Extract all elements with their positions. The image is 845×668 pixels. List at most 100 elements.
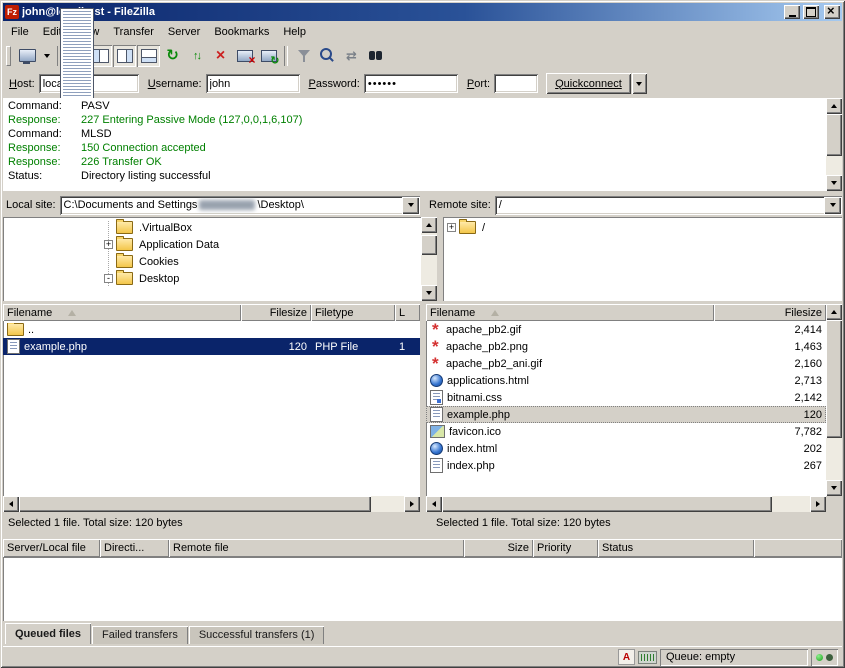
- collapse-icon[interactable]: -: [104, 274, 113, 283]
- column-header-filesize[interactable]: Filesize: [241, 304, 311, 321]
- username-input[interactable]: [206, 74, 300, 93]
- toggle-message-log-button[interactable]: [65, 45, 88, 67]
- scrollbar-thumb[interactable]: [826, 114, 842, 156]
- folder-icon: [116, 238, 133, 251]
- scrollbar-thumb[interactable]: [421, 235, 437, 255]
- quickconnect-button[interactable]: Quickconnect: [546, 73, 631, 94]
- toggle-queue-button[interactable]: [137, 45, 160, 67]
- expand-icon[interactable]: +: [104, 240, 113, 249]
- queue-column-direction[interactable]: Directi...: [100, 539, 169, 557]
- scroll-down-button[interactable]: [826, 480, 842, 496]
- file-row[interactable]: favicon.ico 7,782: [426, 423, 826, 440]
- file-row[interactable]: apache_pb2_ani.gif 2,160: [426, 355, 826, 372]
- reconnect-button[interactable]: [257, 45, 280, 67]
- php-file-icon: [7, 339, 20, 354]
- quickconnect-dropdown[interactable]: [632, 73, 647, 94]
- queue-column-size[interactable]: Size: [464, 539, 533, 557]
- remote-site-combo[interactable]: /: [495, 196, 842, 215]
- tab-queued-files[interactable]: Queued files: [5, 623, 91, 644]
- expand-icon[interactable]: +: [447, 223, 456, 232]
- local-site-dropdown[interactable]: [402, 197, 419, 214]
- compare-directories-button[interactable]: [316, 45, 339, 67]
- remote-list-hscrollbar[interactable]: [426, 496, 826, 512]
- queue-column-server-local-file[interactable]: Server/Local file: [3, 539, 100, 557]
- scrollbar-thumb[interactable]: [442, 496, 772, 512]
- tree-item-virtualbox[interactable]: .VirtualBox: [3, 219, 420, 236]
- column-header-filetype[interactable]: Filetype: [311, 304, 395, 321]
- password-input[interactable]: [364, 74, 458, 93]
- tree-item-desktop[interactable]: - Desktop: [3, 270, 420, 287]
- file-row[interactable]: example.php 120 PHP File 1: [3, 338, 420, 355]
- column-header-filename[interactable]: Filename: [426, 304, 714, 321]
- activity-led-on: [816, 654, 823, 661]
- local-list-hscrollbar[interactable]: [3, 496, 420, 512]
- file-row[interactable]: index.html 202: [426, 440, 826, 457]
- disconnect-button[interactable]: [233, 45, 256, 67]
- close-icon: [828, 8, 836, 16]
- local-site-combo[interactable]: C:\Documents and Settings\Desktop\: [60, 196, 420, 215]
- remote-site-dropdown[interactable]: [824, 197, 841, 214]
- sync-browsing-button[interactable]: [340, 45, 363, 67]
- scrollbar-thumb[interactable]: [826, 320, 842, 438]
- cancel-button[interactable]: [209, 45, 232, 67]
- close-button[interactable]: [824, 5, 840, 19]
- local-tree-scrollbar[interactable]: [421, 217, 437, 301]
- menu-help[interactable]: Help: [276, 23, 313, 41]
- scroll-right-button[interactable]: [404, 496, 420, 512]
- remote-status-text: Selected 1 file. Total size: 120 bytes: [431, 517, 842, 529]
- tab-successful-transfers[interactable]: Successful transfers (1): [189, 626, 325, 644]
- speedlimit-indicator-icon[interactable]: [638, 651, 657, 664]
- scrollbar-thumb[interactable]: [19, 496, 371, 512]
- column-header-filename[interactable]: Filename: [3, 304, 241, 321]
- local-list-header: Filename Filesize Filetype L: [3, 304, 420, 321]
- scroll-left-button[interactable]: [3, 496, 19, 512]
- tree-item-root[interactable]: + /: [443, 219, 842, 236]
- column-header-last-modified[interactable]: L: [395, 304, 420, 321]
- file-row[interactable]: index.php 267: [426, 457, 826, 474]
- scroll-down-button[interactable]: [826, 175, 842, 191]
- find-files-button[interactable]: [364, 45, 387, 67]
- file-row[interactable]: bitnami.css 2,142: [426, 389, 826, 406]
- scroll-right-button[interactable]: [810, 496, 826, 512]
- refresh-button[interactable]: [161, 45, 184, 67]
- menu-server[interactable]: Server: [161, 23, 207, 41]
- scroll-down-button[interactable]: [421, 285, 437, 301]
- toolbar-gripper[interactable]: [6, 46, 11, 66]
- maximize-button[interactable]: [803, 5, 819, 19]
- arrow-down-icon: [831, 486, 837, 490]
- scroll-left-button[interactable]: [426, 496, 442, 512]
- log-scrollbar[interactable]: [826, 98, 842, 191]
- menu-file[interactable]: File: [4, 23, 36, 41]
- file-row-parent-dir[interactable]: ..: [3, 321, 420, 338]
- tab-failed-transfers[interactable]: Failed transfers: [92, 626, 188, 644]
- scroll-up-button[interactable]: [826, 304, 842, 320]
- queue-column-remote-file[interactable]: Remote file: [169, 539, 464, 557]
- tree-item-cookies[interactable]: Cookies: [3, 253, 420, 270]
- menu-transfer[interactable]: Transfer: [106, 23, 161, 41]
- scroll-up-button[interactable]: [421, 217, 437, 233]
- disconnect-icon: [237, 50, 253, 62]
- scroll-up-button[interactable]: [826, 98, 842, 114]
- file-row[interactable]: example.php 120: [426, 406, 826, 423]
- title-bar[interactable]: Fz john@localhost - FileZilla: [3, 3, 842, 21]
- process-queue-button[interactable]: [185, 45, 208, 67]
- toggle-remote-tree-button[interactable]: [113, 45, 136, 67]
- file-row[interactable]: apache_pb2.png 1,463: [426, 338, 826, 355]
- column-header-filesize[interactable]: Filesize: [714, 304, 826, 321]
- queue-column-priority[interactable]: Priority: [533, 539, 598, 557]
- queue-column-status[interactable]: Status: [598, 539, 754, 557]
- ascii-indicator-icon[interactable]: [618, 649, 635, 665]
- log-line: Command:PASV: [3, 99, 824, 113]
- queue-view-icon: [141, 49, 157, 63]
- menu-bookmarks[interactable]: Bookmarks: [207, 23, 276, 41]
- filter-button[interactable]: [292, 45, 315, 67]
- port-input[interactable]: [494, 74, 538, 93]
- site-manager-dropdown[interactable]: [40, 45, 53, 67]
- file-row[interactable]: applications.html 2,713: [426, 372, 826, 389]
- tree-item-application-data[interactable]: + Application Data: [3, 236, 420, 253]
- minimize-button[interactable]: [784, 5, 800, 19]
- file-row[interactable]: apache_pb2.gif 2,414: [426, 321, 826, 338]
- site-manager-button[interactable]: [16, 45, 39, 67]
- remote-list-vscrollbar[interactable]: [826, 304, 842, 496]
- compare-icon: [320, 48, 332, 60]
